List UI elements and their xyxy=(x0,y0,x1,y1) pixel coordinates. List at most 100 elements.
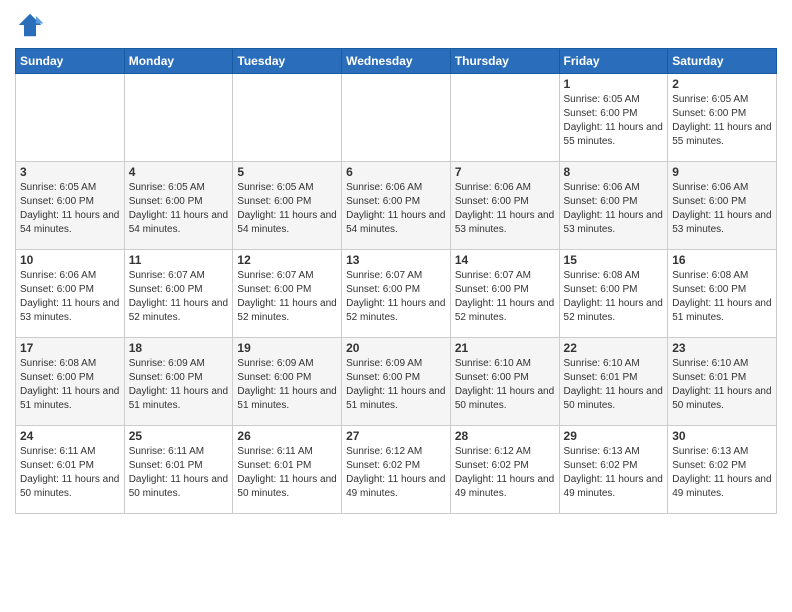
logo xyxy=(15,10,49,40)
day-number: 30 xyxy=(672,429,772,443)
day-number: 26 xyxy=(237,429,337,443)
calendar-cell: 18Sunrise: 6:09 AM Sunset: 6:00 PM Dayli… xyxy=(124,338,233,426)
calendar-cell: 27 Sunrise: 6:12 AM Sunset: 6:02 PM Dayli… xyxy=(342,426,451,514)
calendar-cell: 17Sunrise: 6:08 AM Sunset: 6:00 PM Dayli… xyxy=(16,338,125,426)
day-number: 16 xyxy=(672,253,772,267)
day-number: 10 xyxy=(20,253,120,267)
calendar-cell: 28 Sunrise: 6:12 AM Sunset: 6:02 PM Dayli… xyxy=(450,426,559,514)
day-number: 2 xyxy=(672,77,772,91)
calendar-cell: 13 Sunrise: 6:07 AM Sunset: 6:00 PM Dayli… xyxy=(342,250,451,338)
day-number: 7 xyxy=(455,165,555,179)
calendar-header-row: SundayMondayTuesdayWednesdayThursdayFrid… xyxy=(16,49,777,74)
calendar-cell: 4 Sunrise: 6:05 AM Sunset: 6:00 PM Daylig… xyxy=(124,162,233,250)
day-info: Sunrise: 6:09 AM Sunset: 6:00 PM Dayligh… xyxy=(237,357,337,413)
day-info: Sunrise: 6:05 AM Sunset: 6:00 PM Dayligh… xyxy=(237,181,337,237)
calendar-week-row: 24 Sunrise: 6:11 AM Sunset: 6:01 PM Dayli… xyxy=(16,426,777,514)
day-number: 14 xyxy=(455,253,555,267)
calendar-cell xyxy=(450,74,559,162)
calendar-cell: 21 Sunrise: 6:10 AM Sunset: 6:00 PM Dayli… xyxy=(450,338,559,426)
day-header-friday: Friday xyxy=(559,49,668,74)
day-number: 18 xyxy=(129,341,229,355)
logo-icon xyxy=(15,10,45,40)
calendar-week-row: 3 Sunrise: 6:05 AM Sunset: 6:00 PM Daylig… xyxy=(16,162,777,250)
day-info: Sunrise: 6:12 AM Sunset: 6:02 PM Dayligh… xyxy=(455,445,555,501)
calendar-cell: 5 Sunrise: 6:05 AM Sunset: 6:00 PM Daylig… xyxy=(233,162,342,250)
day-info: Sunrise: 6:05 AM Sunset: 6:00 PM Dayligh… xyxy=(672,93,772,149)
calendar-cell: 6Sunrise: 6:06 AM Sunset: 6:00 PM Daylig… xyxy=(342,162,451,250)
calendar-cell: 3Sunrise: 6:05 AM Sunset: 6:00 PM Daylig… xyxy=(16,162,125,250)
calendar-cell: 22 Sunrise: 6:10 AM Sunset: 6:01 PM Dayli… xyxy=(559,338,668,426)
calendar-cell: 25 Sunrise: 6:11 AM Sunset: 6:01 PM Dayli… xyxy=(124,426,233,514)
calendar-cell: 8 Sunrise: 6:06 AM Sunset: 6:00 PM Daylig… xyxy=(559,162,668,250)
calendar-week-row: 1 Sunrise: 6:05 AM Sunset: 6:00 PM Daylig… xyxy=(16,74,777,162)
calendar-week-row: 10 Sunrise: 6:06 AM Sunset: 6:00 PM Dayli… xyxy=(16,250,777,338)
header xyxy=(15,10,777,40)
calendar-cell: 24 Sunrise: 6:11 AM Sunset: 6:01 PM Dayli… xyxy=(16,426,125,514)
calendar-cell: 10 Sunrise: 6:06 AM Sunset: 6:00 PM Dayli… xyxy=(16,250,125,338)
day-number: 9 xyxy=(672,165,772,179)
day-info: Sunrise: 6:10 AM Sunset: 6:01 PM Dayligh… xyxy=(564,357,664,413)
calendar-cell: 20 Sunrise: 6:09 AM Sunset: 6:00 PM Dayli… xyxy=(342,338,451,426)
calendar-cell: 11 Sunrise: 6:07 AM Sunset: 6:00 PM Dayli… xyxy=(124,250,233,338)
calendar-week-row: 17Sunrise: 6:08 AM Sunset: 6:00 PM Dayli… xyxy=(16,338,777,426)
day-number: 11 xyxy=(129,253,229,267)
calendar-cell: 7 Sunrise: 6:06 AM Sunset: 6:00 PM Daylig… xyxy=(450,162,559,250)
day-info: Sunrise: 6:06 AM Sunset: 6:00 PM Dayligh… xyxy=(455,181,555,237)
day-info: Sunrise: 6:06 AM Sunset: 6:00 PM Dayligh… xyxy=(564,181,664,237)
day-info: Sunrise: 6:09 AM Sunset: 6:00 PM Dayligh… xyxy=(346,357,446,413)
day-info: Sunrise: 6:06 AM Sunset: 6:00 PM Dayligh… xyxy=(20,269,120,325)
calendar-cell: 15Sunrise: 6:08 AM Sunset: 6:00 PM Dayli… xyxy=(559,250,668,338)
day-header-wednesday: Wednesday xyxy=(342,49,451,74)
day-number: 28 xyxy=(455,429,555,443)
day-info: Sunrise: 6:05 AM Sunset: 6:00 PM Dayligh… xyxy=(129,181,229,237)
day-info: Sunrise: 6:13 AM Sunset: 6:02 PM Dayligh… xyxy=(672,445,772,501)
calendar-cell: 23 Sunrise: 6:10 AM Sunset: 6:01 PM Dayli… xyxy=(668,338,777,426)
day-number: 12 xyxy=(237,253,337,267)
day-header-tuesday: Tuesday xyxy=(233,49,342,74)
day-number: 25 xyxy=(129,429,229,443)
day-header-saturday: Saturday xyxy=(668,49,777,74)
day-info: Sunrise: 6:07 AM Sunset: 6:00 PM Dayligh… xyxy=(129,269,229,325)
day-info: Sunrise: 6:11 AM Sunset: 6:01 PM Dayligh… xyxy=(129,445,229,501)
day-info: Sunrise: 6:12 AM Sunset: 6:02 PM Dayligh… xyxy=(346,445,446,501)
day-info: Sunrise: 6:13 AM Sunset: 6:02 PM Dayligh… xyxy=(564,445,664,501)
day-number: 13 xyxy=(346,253,446,267)
day-info: Sunrise: 6:11 AM Sunset: 6:01 PM Dayligh… xyxy=(20,445,120,501)
day-number: 5 xyxy=(237,165,337,179)
day-header-sunday: Sunday xyxy=(16,49,125,74)
day-number: 23 xyxy=(672,341,772,355)
calendar-cell xyxy=(342,74,451,162)
day-header-thursday: Thursday xyxy=(450,49,559,74)
day-info: Sunrise: 6:10 AM Sunset: 6:01 PM Dayligh… xyxy=(672,357,772,413)
calendar-cell: 1Sunrise: 6:05 AM Sunset: 6:00 PM Daylig… xyxy=(559,74,668,162)
day-info: Sunrise: 6:06 AM Sunset: 6:00 PM Dayligh… xyxy=(346,181,446,237)
day-number: 21 xyxy=(455,341,555,355)
day-number: 17 xyxy=(20,341,120,355)
day-number: 20 xyxy=(346,341,446,355)
calendar-cell: 9 Sunrise: 6:06 AM Sunset: 6:00 PM Daylig… xyxy=(668,162,777,250)
calendar-cell: 26Sunrise: 6:11 AM Sunset: 6:01 PM Dayli… xyxy=(233,426,342,514)
calendar-cell: 2 Sunrise: 6:05 AM Sunset: 6:00 PM Daylig… xyxy=(668,74,777,162)
day-info: Sunrise: 6:07 AM Sunset: 6:00 PM Dayligh… xyxy=(237,269,337,325)
day-number: 4 xyxy=(129,165,229,179)
calendar: SundayMondayTuesdayWednesdayThursdayFrid… xyxy=(15,48,777,514)
day-number: 22 xyxy=(564,341,664,355)
day-number: 24 xyxy=(20,429,120,443)
page: SundayMondayTuesdayWednesdayThursdayFrid… xyxy=(0,0,792,612)
day-number: 8 xyxy=(564,165,664,179)
calendar-cell: 14Sunrise: 6:07 AM Sunset: 6:00 PM Dayli… xyxy=(450,250,559,338)
day-info: Sunrise: 6:07 AM Sunset: 6:00 PM Dayligh… xyxy=(346,269,446,325)
calendar-cell: 29Sunrise: 6:13 AM Sunset: 6:02 PM Dayli… xyxy=(559,426,668,514)
calendar-cell xyxy=(16,74,125,162)
calendar-cell xyxy=(124,74,233,162)
calendar-cell: 16Sunrise: 6:08 AM Sunset: 6:00 PM Dayli… xyxy=(668,250,777,338)
day-number: 19 xyxy=(237,341,337,355)
day-number: 3 xyxy=(20,165,120,179)
calendar-cell: 30 Sunrise: 6:13 AM Sunset: 6:02 PM Dayli… xyxy=(668,426,777,514)
day-number: 15 xyxy=(564,253,664,267)
day-info: Sunrise: 6:06 AM Sunset: 6:00 PM Dayligh… xyxy=(672,181,772,237)
day-number: 27 xyxy=(346,429,446,443)
day-info: Sunrise: 6:10 AM Sunset: 6:00 PM Dayligh… xyxy=(455,357,555,413)
day-header-monday: Monday xyxy=(124,49,233,74)
day-number: 1 xyxy=(564,77,664,91)
